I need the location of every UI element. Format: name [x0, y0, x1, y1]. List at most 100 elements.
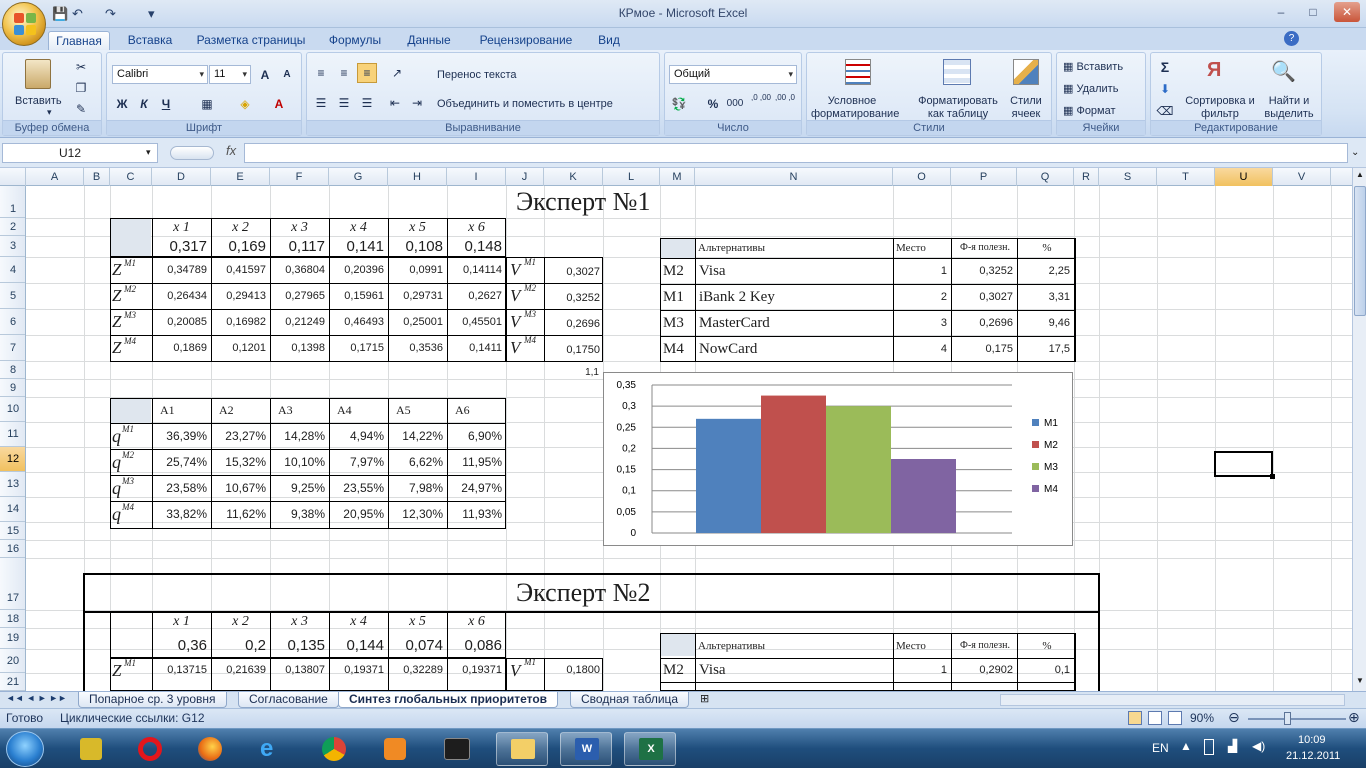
word-icon[interactable]: W: [560, 732, 612, 766]
row-header[interactable]: 8: [0, 361, 25, 379]
align-right-icon[interactable]: ☰: [357, 93, 377, 113]
column-header[interactable]: S: [1099, 168, 1157, 186]
chrome-icon[interactable]: [308, 732, 360, 766]
tab-insert[interactable]: Вставка: [118, 31, 182, 50]
find-select-button[interactable]: Найти и выделить: [1257, 95, 1321, 121]
font-color-icon[interactable]: A: [269, 94, 289, 114]
thousands-button[interactable]: 000: [725, 94, 745, 114]
column-header[interactable]: M: [660, 168, 695, 186]
row-header[interactable]: 1: [0, 186, 25, 218]
column-header[interactable]: B: [84, 168, 110, 186]
fill-icon[interactable]: ⬇: [1155, 79, 1175, 99]
bold-button[interactable]: Ж: [112, 94, 132, 114]
start-button[interactable]: [6, 731, 44, 767]
row-header[interactable]: 9: [0, 379, 25, 397]
language-indicator[interactable]: EN: [1152, 741, 1169, 755]
column-header[interactable]: R: [1074, 168, 1099, 186]
maximize-button[interactable]: □: [1300, 2, 1326, 22]
column-header[interactable]: V: [1273, 168, 1331, 186]
battery-icon[interactable]: [1204, 739, 1214, 755]
row-header[interactable]: 2: [0, 218, 25, 236]
scroll-down-icon[interactable]: ▼: [1356, 676, 1364, 685]
row-header[interactable]: 11: [0, 422, 25, 447]
ie-icon[interactable]: e: [246, 732, 298, 766]
format-painter-icon[interactable]: ✎: [71, 99, 91, 119]
priority-chart[interactable]: 0 0,05 0,1 0,15 0,2 0,25 0,3 0,35 M1 M2 M3 M4: [603, 372, 1073, 546]
sheet-tab-active[interactable]: Синтез глобальных приоритетов: [338, 692, 559, 708]
name-box[interactable]: U12: [2, 143, 158, 163]
column-header[interactable]: E: [211, 168, 270, 186]
column-header[interactable]: J: [506, 168, 544, 186]
insert-cells-button[interactable]: ▦ Вставить: [1063, 61, 1123, 74]
row-header[interactable]: 7: [0, 335, 25, 361]
row-header[interactable]: 4: [0, 257, 25, 283]
borders-icon[interactable]: ▦: [197, 94, 217, 114]
number-format-combo[interactable]: Общий: [669, 65, 797, 84]
orientation-icon[interactable]: ↗: [387, 63, 407, 83]
row-header[interactable]: 17: [0, 558, 25, 610]
fill-color-icon[interactable]: ◈: [235, 94, 255, 114]
column-header[interactable]: A: [26, 168, 84, 186]
fill-handle[interactable]: [1270, 474, 1275, 479]
insert-sheet-icon[interactable]: ⊞: [700, 692, 709, 705]
italic-button[interactable]: К: [134, 94, 154, 114]
autosum-button[interactable]: Σ: [1155, 57, 1175, 77]
increase-decimal-button[interactable]: ,0 ,00: [749, 92, 773, 112]
normal-view-icon[interactable]: [1128, 711, 1142, 725]
explorer-icon[interactable]: [496, 732, 548, 766]
vertical-scrollbar[interactable]: ▲ ▼: [1352, 168, 1366, 691]
row-header[interactable]: 6: [0, 309, 25, 335]
minimize-button[interactable]: –: [1268, 2, 1294, 22]
horizontal-scrollbar[interactable]: [1000, 694, 1345, 706]
close-button[interactable]: ✕: [1334, 2, 1360, 22]
clock-date[interactable]: 21.12.2011: [1286, 750, 1340, 762]
kmplayer-icon[interactable]: [430, 732, 482, 766]
clear-icon[interactable]: ⌫: [1155, 101, 1175, 121]
delete-cells-button[interactable]: ▦ Удалить: [1063, 83, 1118, 96]
row-header[interactable]: 16: [0, 540, 25, 558]
align-left-icon[interactable]: ☰: [311, 93, 331, 113]
column-header[interactable]: L: [603, 168, 660, 186]
format-cells-button[interactable]: ▦ Формат: [1063, 105, 1116, 118]
row-header[interactable]: 15: [0, 522, 25, 540]
column-header[interactable]: U: [1215, 168, 1273, 186]
row-header[interactable]: 3: [0, 236, 25, 257]
vertical-scroll-thumb[interactable]: [1354, 186, 1366, 316]
column-header[interactable]: C: [110, 168, 152, 186]
align-center-icon[interactable]: ☰: [334, 93, 354, 113]
column-header[interactable]: I: [447, 168, 506, 186]
cell-styles-button[interactable]: Стили ячеек: [1003, 95, 1049, 121]
paste-dropdown-icon[interactable]: ▾: [47, 106, 52, 119]
merge-center-button[interactable]: Объединить и поместить в центре: [437, 98, 613, 111]
zoom-slider-thumb[interactable]: [1284, 712, 1291, 725]
align-top-icon[interactable]: ≡: [311, 63, 331, 83]
column-header[interactable]: P: [951, 168, 1017, 186]
sort-filter-button[interactable]: Сортировка и фильтр: [1185, 95, 1255, 121]
office-button[interactable]: [2, 2, 46, 46]
selected-cell[interactable]: [1214, 451, 1273, 477]
align-middle-icon[interactable]: ≡: [334, 63, 354, 83]
zoom-in-icon[interactable]: ⊕: [1348, 709, 1360, 726]
clock-time[interactable]: 10:09: [1298, 734, 1326, 746]
row-header[interactable]: 14: [0, 497, 25, 522]
row-header[interactable]: 18: [0, 610, 25, 628]
row-header[interactable]: 12: [0, 447, 25, 472]
page-layout-view-icon[interactable]: [1148, 711, 1162, 725]
status-circular-refs[interactable]: Циклические ссылки: G12: [60, 711, 205, 725]
copy-icon[interactable]: ❐: [71, 78, 91, 98]
sheet-tab[interactable]: Попарное ср. 3 уровня: [78, 692, 227, 708]
column-header[interactable]: G: [329, 168, 388, 186]
tab-home[interactable]: Главная: [48, 31, 110, 50]
align-bottom-icon[interactable]: ≡: [357, 63, 377, 83]
column-header[interactable]: H: [388, 168, 447, 186]
column-header[interactable]: F: [270, 168, 329, 186]
shrink-font-button[interactable]: A: [277, 65, 297, 85]
zoom-out-icon[interactable]: ⊖: [1228, 709, 1240, 726]
column-header[interactable]: O: [893, 168, 951, 186]
formula-input[interactable]: [244, 143, 1348, 163]
scroll-up-icon[interactable]: ▲: [1356, 170, 1364, 179]
zoom-level[interactable]: 90%: [1190, 711, 1214, 725]
percent-button[interactable]: %: [703, 94, 723, 114]
sheet-nav-icons[interactable]: ◄◄ ◄ ► ►►: [6, 693, 67, 703]
underline-button[interactable]: Ч: [156, 94, 176, 114]
